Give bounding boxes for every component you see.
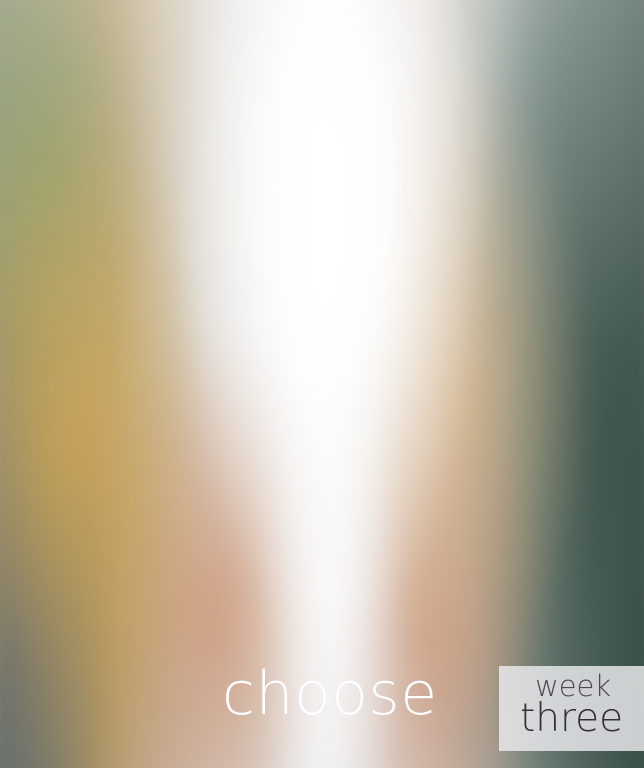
mist-overlay [0,0,644,768]
week-number: three [520,696,624,741]
poster: choose week three [0,0,644,768]
week-badge: week three [499,666,644,751]
headline-text: choose [222,659,438,729]
